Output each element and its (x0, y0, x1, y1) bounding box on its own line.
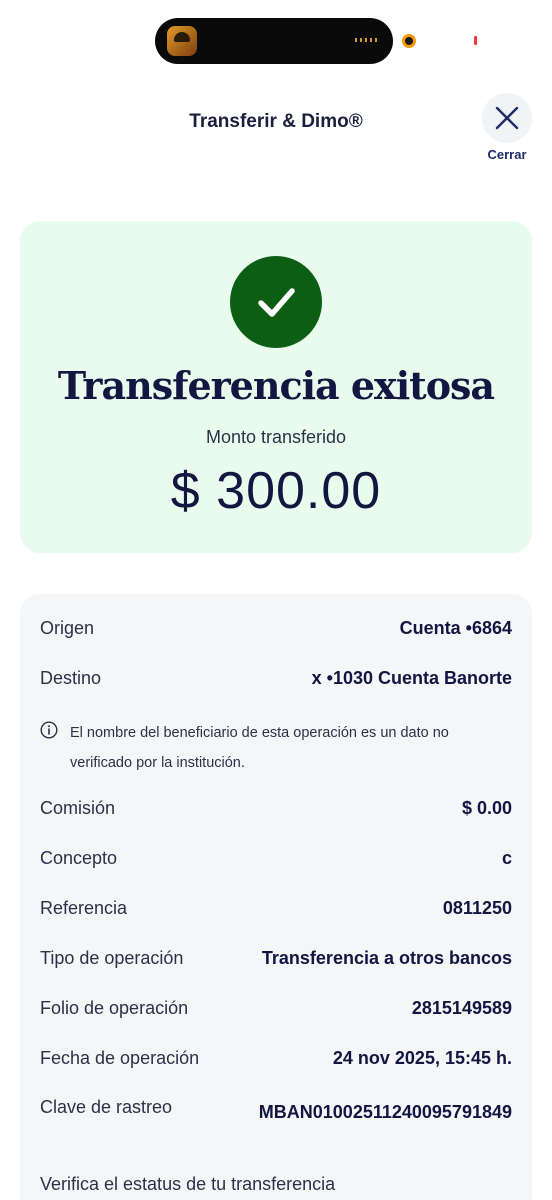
detail-label: Comisión (40, 798, 116, 818)
close-label[interactable]: Cerrar (481, 147, 533, 162)
detail-row-concepto: Concepto c (40, 848, 512, 869)
detail-row-destino: Destino x •1030 Cuenta Banorte (40, 668, 512, 689)
detail-label: Clave de rastreo (40, 1097, 173, 1117)
detail-label: Referencia (40, 898, 128, 918)
detail-value: 0811250 (442, 898, 512, 918)
detail-row-referencia: Referencia 0811250 (40, 898, 512, 919)
detail-value: $ 0.00 (461, 798, 512, 818)
success-title: Transferencia exitosa (57, 363, 495, 408)
detail-row-tipo-operacion: Tipo de operación Transferencia a otros … (40, 948, 512, 969)
dynamic-island (155, 18, 393, 64)
beneficiary-notice: El nombre del beneficiario de esta opera… (40, 718, 500, 778)
detail-row-clave-rastreo: Clave de rastreo MBAN0100251124009579184… (40, 1097, 512, 1127)
verify-status-link[interactable]: Verifica el estatus de tu transferencia (40, 1174, 335, 1195)
detail-row-origen: Origen Cuenta •6864 (40, 618, 512, 639)
details-card: Origen Cuenta •6864 Destino x •1030 Cuen… (20, 594, 532, 1200)
info-icon (40, 721, 58, 739)
detail-value: x •1030 Cuenta Banorte (311, 668, 512, 688)
detail-row-fecha: Fecha de operación 24 nov 2025, 15:45 h. (40, 1048, 512, 1069)
live-activity-app-icon (167, 26, 197, 56)
detail-value: 24 nov 2025, 15:45 h. (332, 1048, 512, 1068)
check-icon (258, 288, 295, 317)
close-button[interactable] (482, 93, 532, 143)
detail-label: Origen (40, 618, 95, 638)
success-badge (230, 256, 322, 348)
detail-label: Folio de operación (40, 998, 189, 1018)
detail-value: c (501, 848, 512, 868)
detail-value: MBAN01002511240095791849 (258, 1102, 512, 1122)
detail-row-comision: Comisión $ 0.00 (40, 798, 512, 819)
close-icon (495, 106, 519, 130)
close-control[interactable]: Cerrar (481, 93, 533, 162)
detail-value: 2815149589 (411, 998, 512, 1018)
recording-indicator-icon (402, 34, 416, 48)
detail-row-folio: Folio de operación 2815149589 (40, 998, 512, 1019)
detail-value: Cuenta •6864 (399, 618, 512, 638)
transfer-receipt-screen: Transferir & Dimo® Cerrar Transferencia … (0, 0, 552, 1200)
detail-label: Destino (40, 668, 102, 688)
detail-label: Tipo de operación (40, 948, 184, 968)
detail-label: Concepto (40, 848, 118, 868)
page-title: Transferir & Dimo® (189, 111, 363, 132)
amount-label: Monto transferido (205, 427, 347, 447)
detail-label: Fecha de operación (40, 1048, 200, 1068)
notice-text: El nombre del beneficiario de esta opera… (70, 725, 449, 771)
activity-dots-icon (355, 38, 379, 42)
battery-indicator-icon (474, 36, 477, 45)
amount-value: $ 300.00 (170, 462, 382, 520)
success-card: Transferencia exitosa Monto transferido … (20, 221, 532, 553)
detail-value: Transferencia a otros bancos (261, 948, 512, 968)
